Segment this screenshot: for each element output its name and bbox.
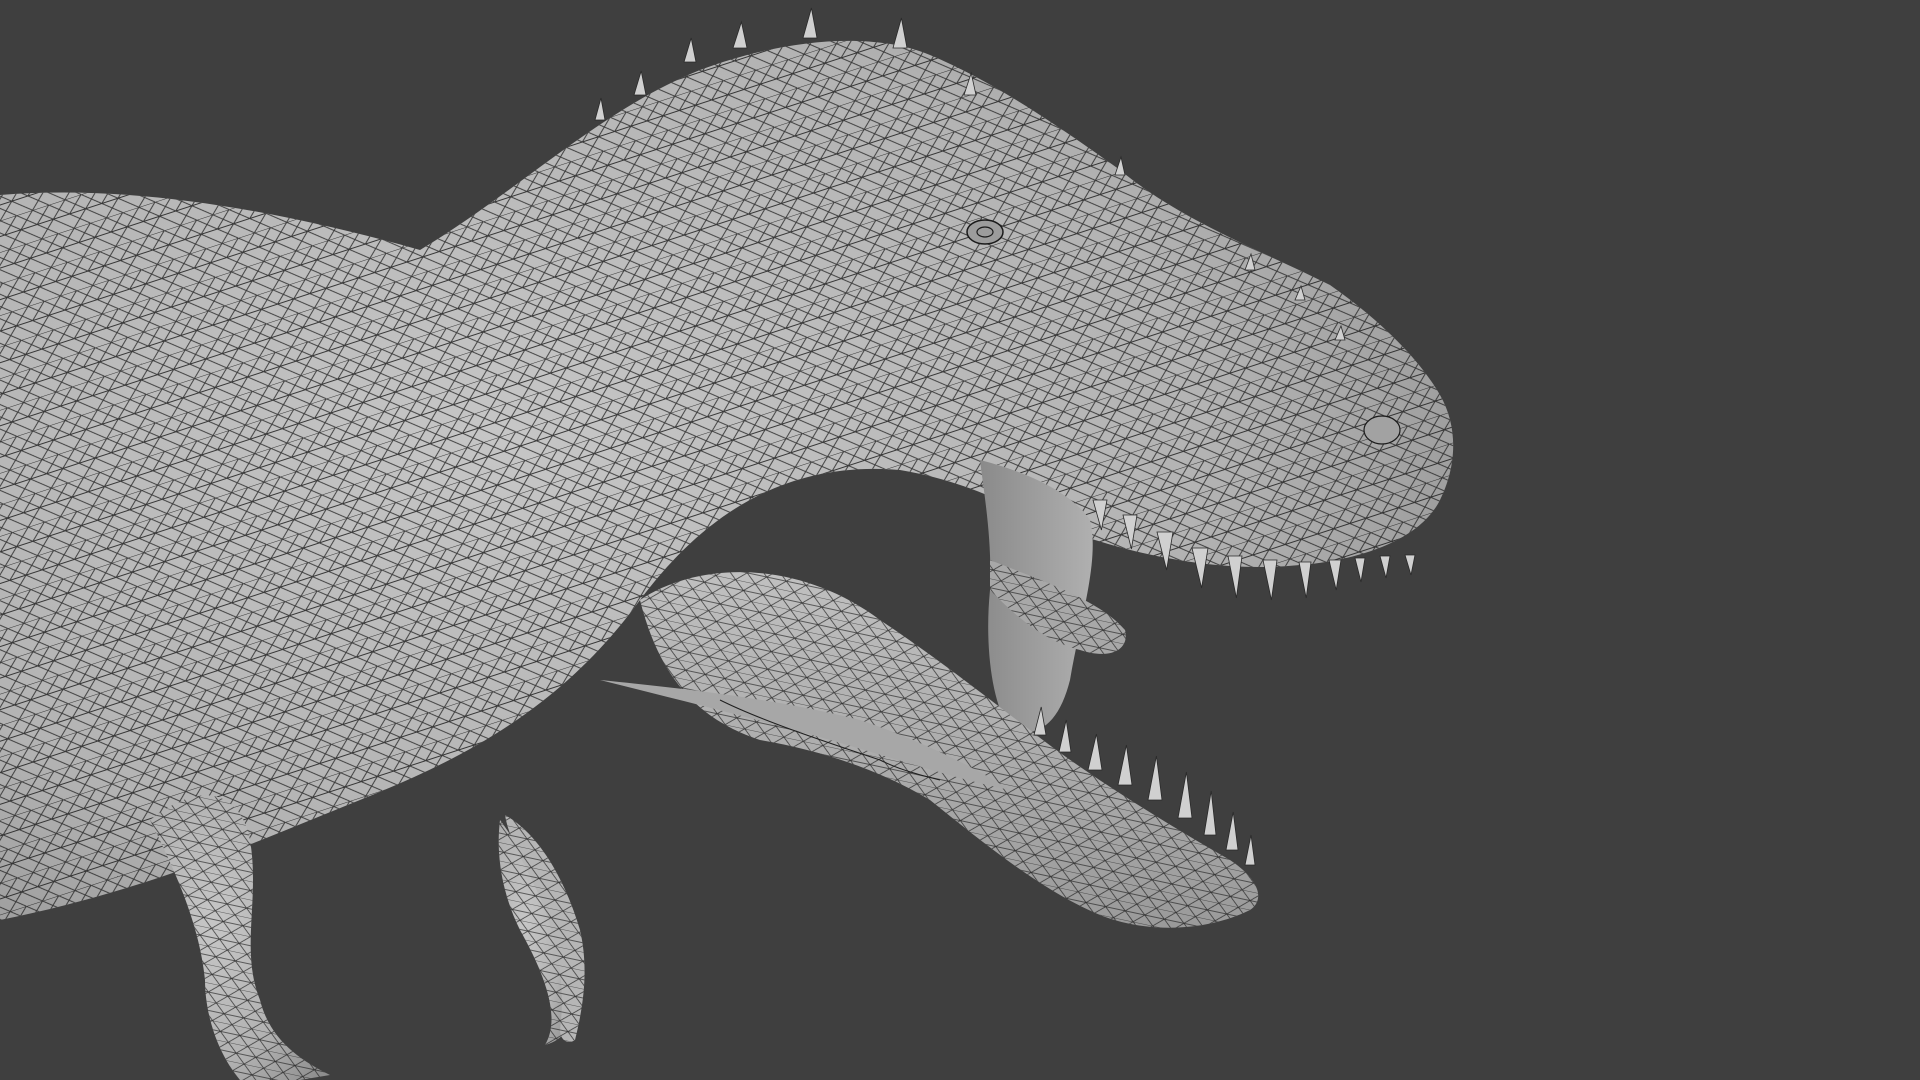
mesh-viewport-canvas[interactable] bbox=[0, 0, 1920, 1080]
dorsal-spike bbox=[802, 7, 818, 39]
3d-viewport[interactable] bbox=[0, 0, 1920, 1080]
upper-tooth bbox=[1328, 559, 1342, 591]
upper-tooth bbox=[1298, 561, 1312, 599]
upper-tooth bbox=[1227, 555, 1243, 599]
dorsal-spike bbox=[683, 37, 697, 63]
eye-mesh bbox=[966, 219, 1004, 245]
dorsal-spike bbox=[594, 97, 606, 121]
dorsal-spike bbox=[732, 20, 748, 49]
body-mesh bbox=[0, 40, 1454, 921]
lower-tooth bbox=[1203, 790, 1217, 836]
dorsal-spike bbox=[892, 17, 908, 49]
dorsal-spike bbox=[633, 70, 647, 96]
lower-tooth bbox=[1058, 719, 1072, 753]
lower-jaw-mesh bbox=[640, 572, 1259, 928]
lower-tooth bbox=[1117, 744, 1133, 786]
upper-tooth bbox=[1191, 547, 1209, 589]
upper-tooth bbox=[1354, 557, 1366, 583]
front-leg-mesh bbox=[150, 795, 330, 1080]
lower-tooth bbox=[1147, 755, 1163, 801]
upper-tooth bbox=[1262, 559, 1278, 601]
upper-tooth bbox=[1404, 554, 1416, 576]
lower-tooth bbox=[1225, 811, 1239, 851]
nostril-mesh bbox=[1363, 415, 1401, 445]
lower-tooth bbox=[1244, 834, 1256, 866]
lower-tooth bbox=[1177, 771, 1193, 819]
dorsal-spike bbox=[1114, 155, 1126, 176]
upper-tooth bbox=[1379, 555, 1391, 579]
lower-tooth bbox=[1087, 733, 1103, 771]
